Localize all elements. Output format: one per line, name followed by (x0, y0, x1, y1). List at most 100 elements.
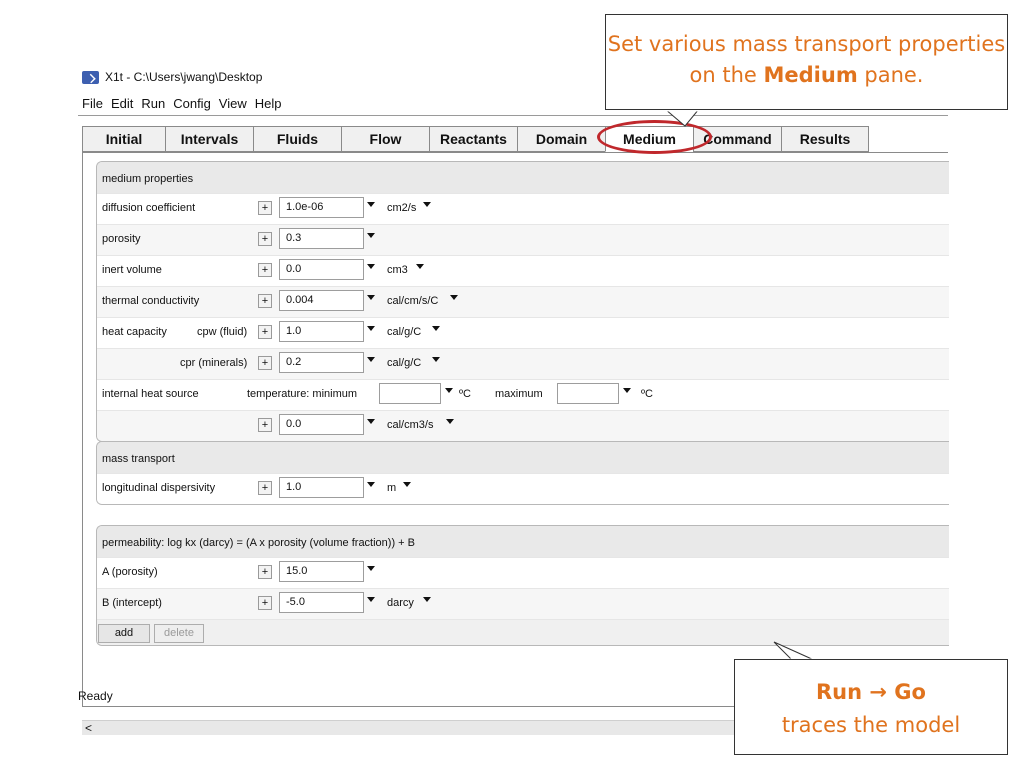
menu-view[interactable]: View (215, 94, 251, 114)
heat-source-dropdown-icon[interactable] (367, 419, 375, 424)
cpr-plus-button[interactable]: + (258, 356, 272, 370)
heat-source-value-row: + 0.0 cal/cm3/s (97, 410, 949, 441)
dispersivity-unit[interactable]: m (387, 474, 396, 503)
tab-results[interactable]: Results (781, 126, 869, 152)
temperature-maximum-label: maximum (495, 388, 543, 400)
cpw-dropdown-icon[interactable] (367, 326, 375, 331)
callout-top-bold: Medium (763, 63, 858, 87)
dispersivity-row: longitudinal dispersivity + 1.0 m (97, 473, 949, 504)
inert-volume-dropdown-icon[interactable] (367, 264, 375, 269)
window-title: X1t - C:\Users\jwang\Desktop (105, 70, 263, 84)
heat-source-unit-dropdown-icon[interactable] (446, 419, 454, 424)
temperature-minimum-unit: ºC (459, 388, 471, 400)
menu-run[interactable]: Run (137, 94, 169, 114)
callout-bottom-title: Run → Go (816, 680, 926, 704)
thermal-conductivity-unit-dropdown-icon[interactable] (450, 295, 458, 300)
dispersivity-plus-button[interactable]: + (258, 481, 272, 495)
callout-bottom-text: traces the model (781, 713, 961, 737)
diffusion-plus-button[interactable]: + (258, 201, 272, 215)
heat-source-label: internal heat source (102, 388, 199, 400)
porosity-plus-button[interactable]: + (258, 232, 272, 246)
thermal-conductivity-plus-button[interactable]: + (258, 294, 272, 308)
inert-volume-field[interactable]: 0.0 (279, 259, 364, 280)
tab-intervals[interactable]: Intervals (165, 126, 253, 152)
diffusion-dropdown-icon[interactable] (367, 202, 375, 207)
diffusion-row: diffusion coefficient + 1.0e-06 cm2/s (97, 193, 949, 224)
cpw-unit[interactable]: cal/g/C (387, 318, 421, 347)
permeability-b-unit-dropdown-icon[interactable] (423, 597, 431, 602)
app-window: X1t - C:\Users\jwang\Desktop File Edit R… (78, 62, 949, 735)
permeability-b-unit[interactable]: darcy (387, 589, 414, 618)
temperature-maximum-field[interactable] (557, 383, 619, 404)
dispersivity-field[interactable]: 1.0 (279, 477, 364, 498)
mass-transport-group: mass transport longitudinal dispersivity… (96, 441, 949, 505)
porosity-label: porosity (102, 233, 141, 245)
tab-initial[interactable]: Initial (82, 126, 165, 152)
add-button[interactable]: add (98, 624, 150, 643)
cpr-label: cpr (minerals) (180, 357, 248, 369)
group-header: medium properties (97, 162, 949, 193)
cpr-unit-dropdown-icon[interactable] (432, 357, 440, 362)
permeability-group: permeability: log kx (darcy) = (A x poro… (96, 525, 949, 646)
permeability-b-dropdown-icon[interactable] (367, 597, 375, 602)
menu-config[interactable]: Config (169, 94, 215, 114)
cpr-dropdown-icon[interactable] (367, 357, 375, 362)
thermal-conductivity-field[interactable]: 0.004 (279, 290, 364, 311)
callout-run-go: Run → Go traces the model (734, 659, 1008, 755)
title-bar: X1t - C:\Users\jwang\Desktop (82, 67, 262, 87)
dispersivity-unit-dropdown-icon[interactable] (403, 482, 411, 487)
dispersivity-dropdown-icon[interactable] (367, 482, 375, 487)
porosity-field[interactable]: 0.3 (279, 228, 364, 249)
cpr-field[interactable]: 0.2 (279, 352, 364, 373)
tab-flow[interactable]: Flow (341, 126, 429, 152)
inert-volume-unit[interactable]: cm3 (387, 256, 408, 285)
inert-volume-unit-dropdown-icon[interactable] (416, 264, 424, 269)
tab-reactants[interactable]: Reactants (429, 126, 517, 152)
heat-source-unit[interactable]: cal/cm3/s (387, 411, 433, 440)
cpw-plus-button[interactable]: + (258, 325, 272, 339)
callout-medium-pane: Set various mass transport properties on… (605, 14, 1008, 110)
temperature-minimum-label: temperature: minimum (247, 388, 358, 400)
temperature-maximum-unit: ºC (641, 388, 653, 400)
inert-volume-plus-button[interactable]: + (258, 263, 272, 277)
tab-fluids[interactable]: Fluids (253, 126, 341, 152)
permeability-a-field[interactable]: 15.0 (279, 561, 364, 582)
delete-button[interactable]: delete (154, 624, 204, 643)
cpw-field[interactable]: 1.0 (279, 321, 364, 342)
permeability-a-plus-button[interactable]: + (258, 565, 272, 579)
heat-source-field[interactable]: 0.0 (279, 414, 364, 435)
inert-volume-row: inert volume + 0.0 cm3 (97, 255, 949, 286)
porosity-dropdown-icon[interactable] (367, 233, 375, 238)
scroll-left-icon[interactable]: < (85, 721, 92, 735)
inert-volume-label: inert volume (102, 264, 162, 276)
dispersivity-label: longitudinal dispersivity (102, 482, 216, 494)
thermal-conductivity-dropdown-icon[interactable] (367, 295, 375, 300)
menu-help[interactable]: Help (251, 94, 286, 114)
callout-top-end: pane. (857, 63, 924, 87)
cpw-unit-dropdown-icon[interactable] (432, 326, 440, 331)
heat-source-temperature-row: internal heat source temperature: minimu… (97, 379, 949, 410)
permeability-b-label: B (intercept) (102, 597, 162, 609)
menu-edit[interactable]: Edit (107, 94, 137, 114)
diffusion-unit[interactable]: cm2/s (387, 194, 416, 223)
status-bar-text: Ready (78, 689, 113, 703)
diffusion-unit-dropdown-icon[interactable] (423, 202, 431, 207)
thermal-conductivity-row: thermal conductivity + 0.004 cal/cm/s/C (97, 286, 949, 317)
menu-file[interactable]: File (78, 94, 107, 114)
heat-source-plus-button[interactable]: + (258, 418, 272, 432)
permeability-b-field[interactable]: -5.0 (279, 592, 364, 613)
diffusion-field[interactable]: 1.0e-06 (279, 197, 364, 218)
tab-bar: Initial Intervals Fluids Flow Reactants … (82, 126, 869, 152)
temperature-minimum-field[interactable] (379, 383, 441, 404)
permeability-b-plus-button[interactable]: + (258, 596, 272, 610)
tab-domain[interactable]: Domain (517, 126, 605, 152)
permeability-a-dropdown-icon[interactable] (367, 566, 375, 571)
temperature-maximum-dropdown-icon[interactable] (623, 388, 631, 393)
permeability-a-label: A (porosity) (102, 566, 158, 578)
diffusion-label: diffusion coefficient (102, 202, 196, 214)
thermal-conductivity-unit[interactable]: cal/cm/s/C (387, 287, 438, 316)
temperature-minimum-dropdown-icon[interactable] (445, 388, 453, 393)
cpr-unit[interactable]: cal/g/C (387, 349, 421, 378)
group-header: permeability: log kx (darcy) = (A x poro… (97, 526, 949, 557)
thermal-conductivity-label: thermal conductivity (102, 295, 200, 307)
